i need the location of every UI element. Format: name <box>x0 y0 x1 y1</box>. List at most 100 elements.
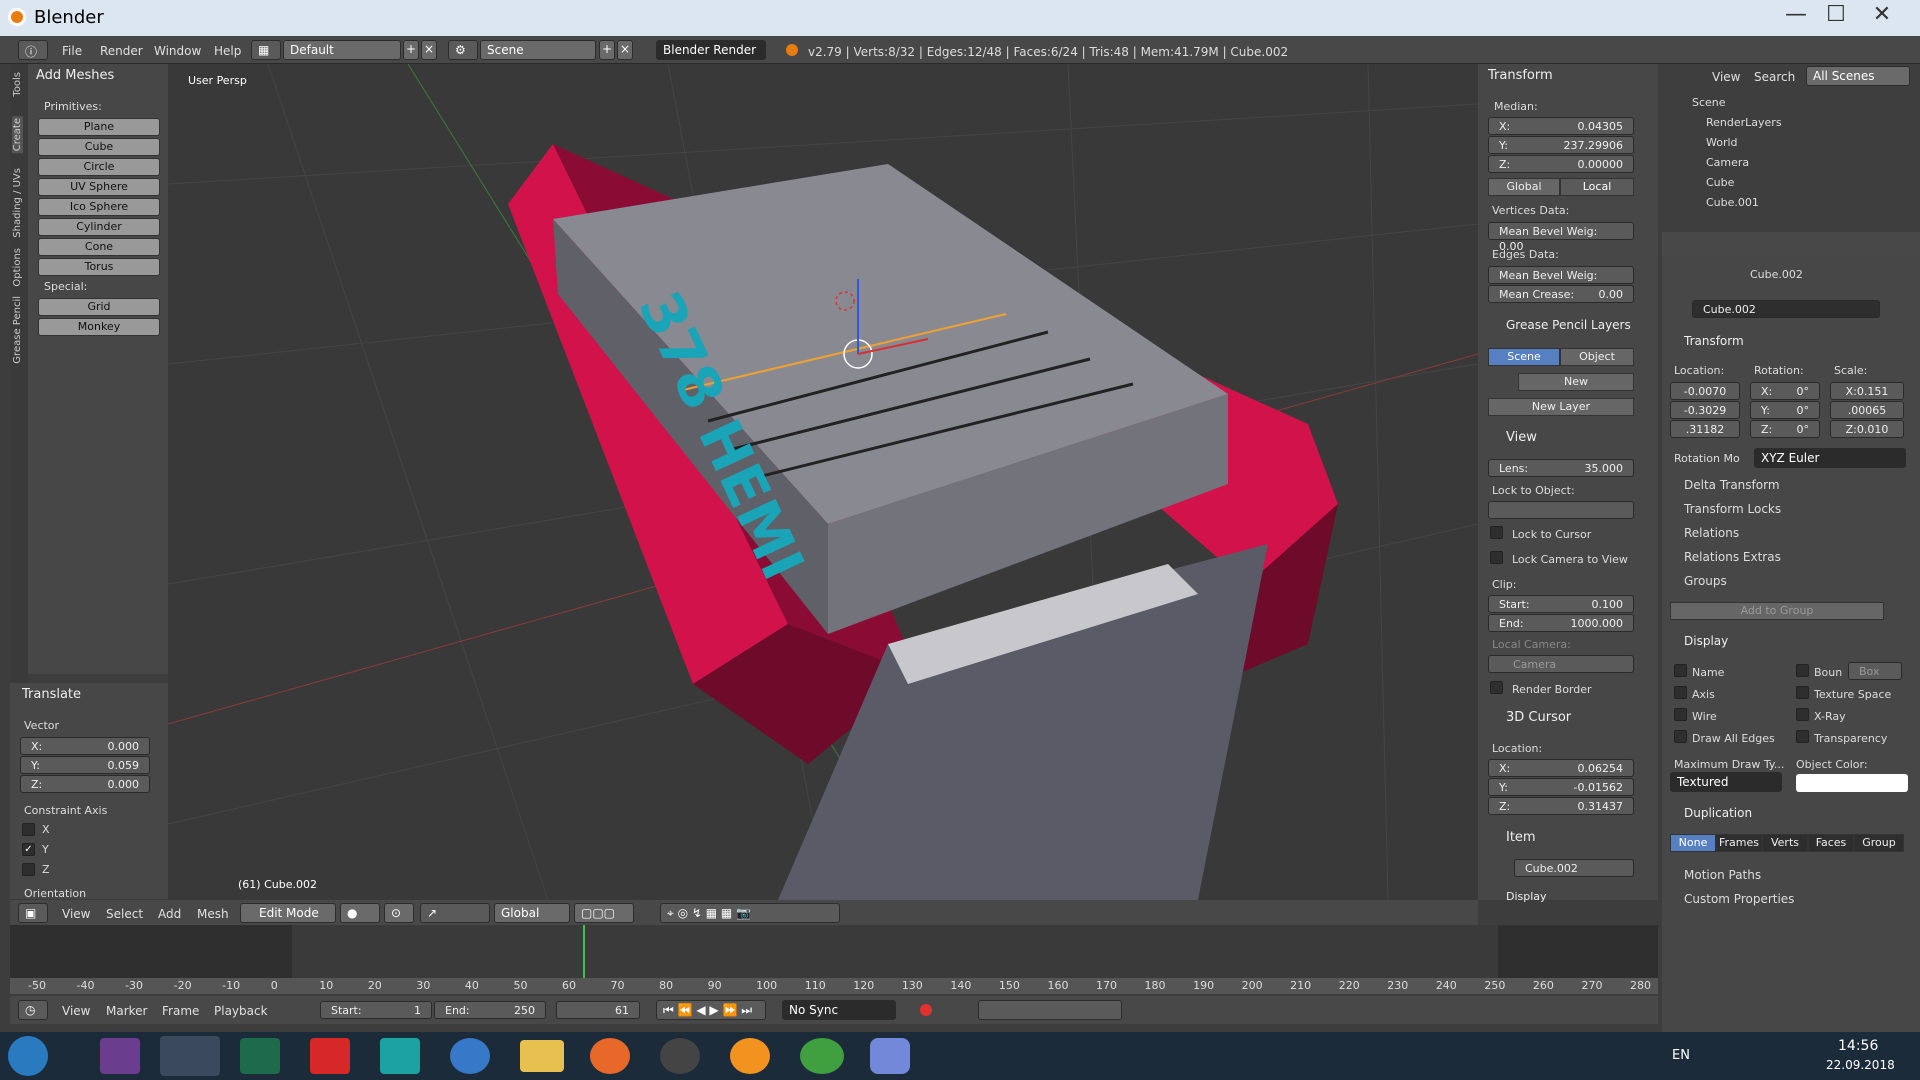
menu-help[interactable]: Help <box>214 44 241 58</box>
layout-icon[interactable]: ▦ <box>251 40 281 60</box>
props-display-header[interactable]: Display <box>1684 634 1728 648</box>
scale-x-field[interactable]: X:0.151 <box>1830 382 1904 400</box>
gp-new-layer-button[interactable]: New Layer <box>1488 398 1634 416</box>
menu-mesh[interactable]: Mesh <box>197 907 229 921</box>
view-header[interactable]: View <box>1506 430 1537 445</box>
select-mode-icons[interactable]: ▢▢▢ <box>574 903 634 923</box>
gp-object-tab[interactable]: Object <box>1560 348 1634 366</box>
clip-end-field[interactable]: End: 1000.000 <box>1488 614 1634 632</box>
clip-start-field[interactable]: Start: 0.100 <box>1488 595 1634 613</box>
folder-icon[interactable] <box>520 1040 564 1072</box>
scene-remove-icon[interactable]: × <box>617 40 633 60</box>
n-transform-header[interactable]: Transform <box>1488 68 1553 83</box>
monkey-button[interactable]: Monkey <box>38 318 160 336</box>
gp-scene-tab[interactable]: Scene <box>1488 348 1560 366</box>
editor-type-icon[interactable]: ⓘ <box>18 40 48 60</box>
local-camera-field[interactable]: Camera <box>1488 655 1634 673</box>
rot-x-field[interactable]: X: 0° <box>1750 382 1820 400</box>
rot-z-field[interactable]: Z: 0° <box>1750 420 1820 438</box>
timeline-editor-icon[interactable]: ◷ <box>18 1000 48 1020</box>
start-frame-field[interactable]: Start: 1 <box>320 1001 432 1019</box>
menu-select[interactable]: Select <box>106 907 143 921</box>
duplication-header[interactable]: Duplication <box>1684 806 1752 820</box>
cylinder-button[interactable]: Cylinder <box>38 218 160 236</box>
cone-button[interactable]: Cone <box>38 238 160 256</box>
object-color-swatch[interactable] <box>1796 774 1908 792</box>
current-frame-marker[interactable] <box>583 925 585 979</box>
current-frame-field[interactable]: 61 <box>556 1001 640 1019</box>
menu-file[interactable]: File <box>62 44 82 58</box>
max-draw-select[interactable]: Textured <box>1670 772 1782 792</box>
disp-name-checkbox[interactable] <box>1674 664 1687 677</box>
snap-icons[interactable]: ⌖ ◎ ↯ ▦ ▦ 📷 <box>660 903 840 923</box>
menu-window[interactable]: Window <box>154 44 201 58</box>
outliner-filter-select[interactable]: All Scenes <box>1806 66 1910 86</box>
props-transform-header[interactable]: Transform <box>1684 334 1744 348</box>
disp-xray-checkbox[interactable] <box>1796 708 1809 721</box>
menu-view[interactable]: View <box>62 907 90 921</box>
outliner-row-cube001[interactable]: Cube.001 <box>1706 196 1759 209</box>
discord-icon[interactable] <box>870 1038 910 1074</box>
clock-time[interactable]: 14:56 <box>1838 1038 1878 1054</box>
local-toggle[interactable]: Local <box>1560 178 1634 196</box>
speed-icon[interactable] <box>240 1038 280 1074</box>
outliner-row-cube[interactable]: Cube <box>1706 176 1734 189</box>
transform-locks-header[interactable]: Transform Locks <box>1684 502 1781 516</box>
mode-select[interactable]: Edit Mode <box>240 903 336 923</box>
grease-pencil-header[interactable]: Grease Pencil Layers <box>1506 318 1631 332</box>
tab-shading-uvs[interactable]: Shading / UVs <box>12 168 23 238</box>
dup-none-tab[interactable]: None <box>1670 834 1716 852</box>
manipulator-icon[interactable]: ↗ <box>420 903 490 923</box>
lock-object-field[interactable] <box>1488 501 1634 519</box>
outliner-row-world[interactable]: World <box>1706 136 1738 149</box>
dup-frames-tab[interactable]: Frames <box>1716 834 1762 852</box>
rotation-mode-select[interactable]: XYZ Euler <box>1754 448 1906 468</box>
earth-icon[interactable] <box>800 1038 844 1074</box>
mean-bevel-edge-field[interactable]: Mean Bevel Weig: 0.00 <box>1488 266 1634 297</box>
add-to-group-button[interactable]: Add to Group <box>1670 602 1884 620</box>
add-meshes-header[interactable]: Add Meshes <box>36 68 114 83</box>
substance-icon[interactable] <box>590 1038 630 1074</box>
3dsmax-icon[interactable] <box>380 1038 420 1074</box>
mean-crease-field[interactable]: Mean Crease: 0.00 <box>1488 285 1634 303</box>
orange-app-icon[interactable] <box>730 1038 770 1074</box>
axis-y-checkbox[interactable]: ✓ <box>22 843 35 856</box>
outliner-row-renderlayers[interactable]: RenderLayers <box>1706 116 1782 129</box>
n-display-header[interactable]: Display <box>1506 890 1547 903</box>
disp-all-edges-checkbox[interactable] <box>1674 730 1687 743</box>
uv-sphere-button[interactable]: UV Sphere <box>38 178 160 196</box>
axis-x-checkbox[interactable] <box>22 823 35 836</box>
lock-camera-checkbox[interactable] <box>1490 551 1503 564</box>
loc-z-field[interactable]: .31182 <box>1670 420 1740 438</box>
menu-render[interactable]: Render <box>100 44 143 58</box>
tab-options[interactable]: Options <box>12 248 23 287</box>
disp-texture-space-checkbox[interactable] <box>1796 686 1809 699</box>
circle-button[interactable]: Circle <box>38 158 160 176</box>
bound-type-select[interactable]: Box <box>1848 662 1902 680</box>
3d-cursor-header[interactable]: 3D Cursor <box>1506 710 1571 725</box>
loc-y-field[interactable]: -0.3029 <box>1670 401 1740 419</box>
cursor-y-field[interactable]: Y: -0.01562 <box>1488 778 1634 796</box>
scene-icon[interactable]: ⚙ <box>448 40 478 60</box>
translate-x-field[interactable]: X: 0.000 <box>20 737 150 755</box>
axis-z-checkbox[interactable] <box>22 863 35 876</box>
item-name-field[interactable]: Cube.002 <box>1514 859 1634 877</box>
groups-header[interactable]: Groups <box>1684 574 1727 588</box>
keying-set-field[interactable] <box>978 1000 1122 1020</box>
gp-new-button[interactable]: New <box>1518 373 1634 391</box>
disp-transparency-checkbox[interactable] <box>1796 730 1809 743</box>
clock-date[interactable]: 22.09.2018 <box>1826 1058 1895 1072</box>
item-header[interactable]: Item <box>1506 830 1536 845</box>
globe-icon[interactable] <box>450 1038 490 1074</box>
plane-button[interactable]: Plane <box>38 118 160 136</box>
outliner-row-scene[interactable]: Scene <box>1692 96 1726 109</box>
median-z-field[interactable]: Z: 0.00000 <box>1488 155 1634 173</box>
yandex-icon[interactable] <box>310 1038 350 1074</box>
layout-remove-icon[interactable]: × <box>421 40 437 60</box>
scene-add-icon[interactable]: + <box>599 40 615 60</box>
torus-button[interactable]: Torus <box>38 258 160 276</box>
shading-select[interactable]: ● <box>340 903 380 923</box>
render-engine-select[interactable]: Blender Render <box>656 40 766 60</box>
timeline-menu-playback[interactable]: Playback <box>214 1004 268 1018</box>
sync-select[interactable]: No Sync <box>782 1000 896 1020</box>
